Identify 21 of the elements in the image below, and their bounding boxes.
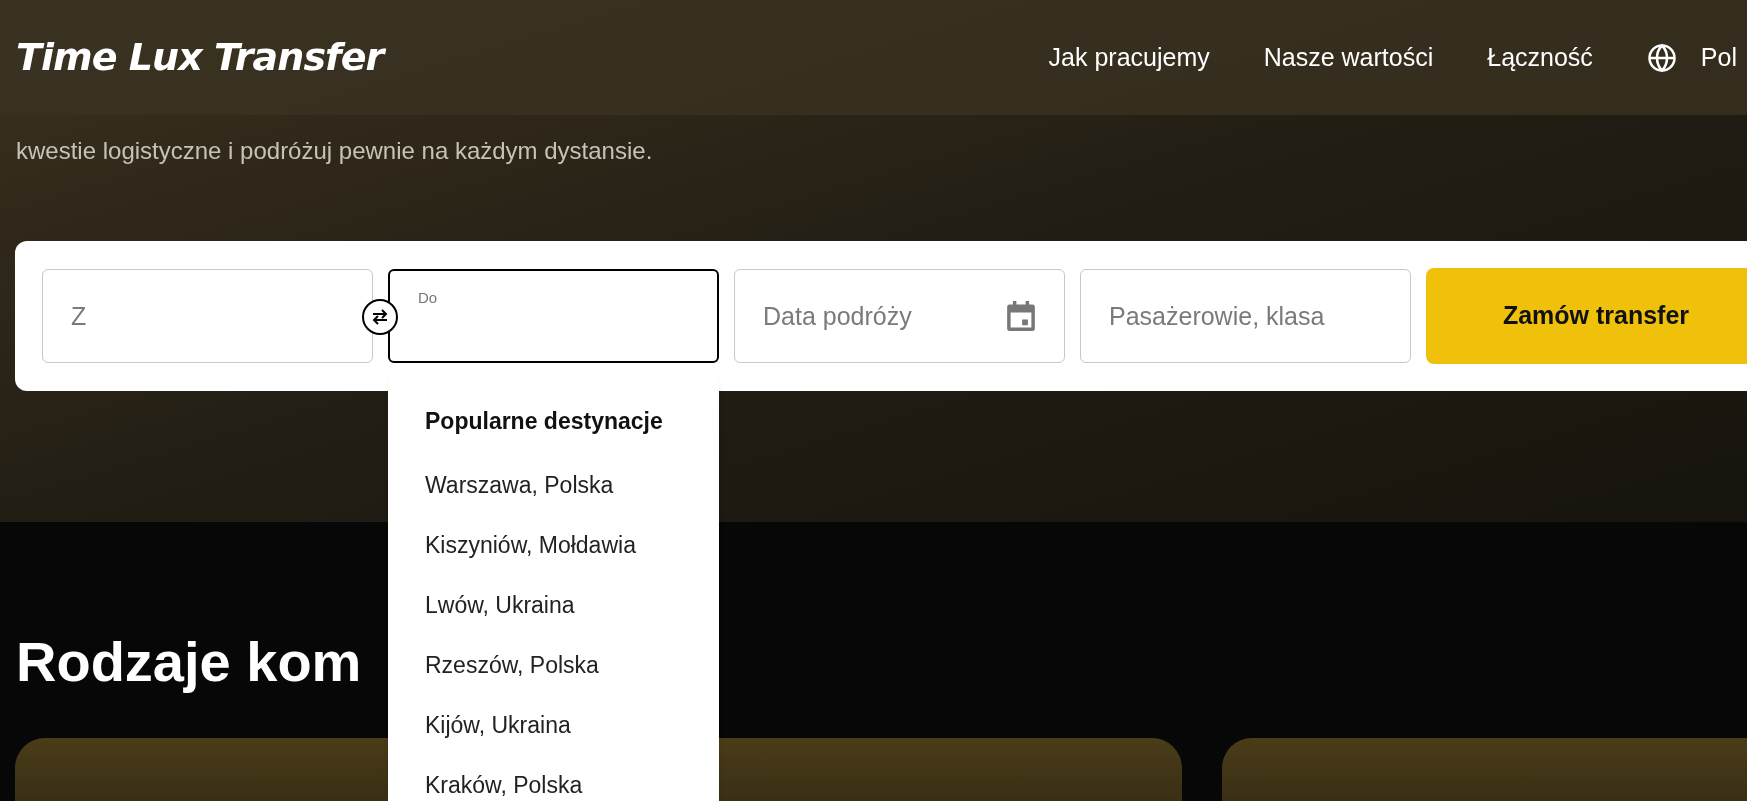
nav-link[interactable]: Jak pracujemy bbox=[1048, 38, 1210, 77]
destination-option[interactable]: Lwów, Ukraina bbox=[425, 590, 719, 619]
calendar-icon bbox=[1007, 301, 1035, 331]
language-selector[interactable]: Pol bbox=[1700, 38, 1737, 77]
globe-icon[interactable] bbox=[1646, 42, 1677, 73]
logo[interactable]: Time Lux Transfer bbox=[16, 29, 384, 86]
destination-option[interactable]: Warszawa, Polska bbox=[425, 470, 719, 499]
input-field[interactable]: Pasażerowie, klasa bbox=[1080, 269, 1411, 363]
nav-link[interactable]: Łączność bbox=[1487, 38, 1593, 77]
hero-text: kwestie logistyczne i podróżuj pewnie na każdym dystansie. bbox=[15, 136, 654, 166]
swap-arrows-icon bbox=[370, 307, 390, 327]
input-field[interactable]: Do bbox=[388, 269, 719, 363]
input-field[interactable]: Data podróży bbox=[734, 269, 1065, 363]
destination-option[interactable]: Rzeszów, Polska bbox=[425, 650, 719, 679]
nav-link[interactable]: Nasze wartości bbox=[1263, 38, 1434, 77]
dropdown-heading: Popularne destynacje bbox=[425, 407, 664, 436]
destination-option[interactable]: Kiszyniów, Mołdawia bbox=[425, 530, 719, 559]
input-field[interactable]: Z bbox=[42, 269, 373, 363]
order-transfer-button[interactable]: Zamów transfer bbox=[1426, 268, 1747, 364]
destination-option[interactable]: Kraków, Polska bbox=[425, 770, 719, 799]
destination-option[interactable]: Kijów, Ukraina bbox=[425, 710, 719, 739]
